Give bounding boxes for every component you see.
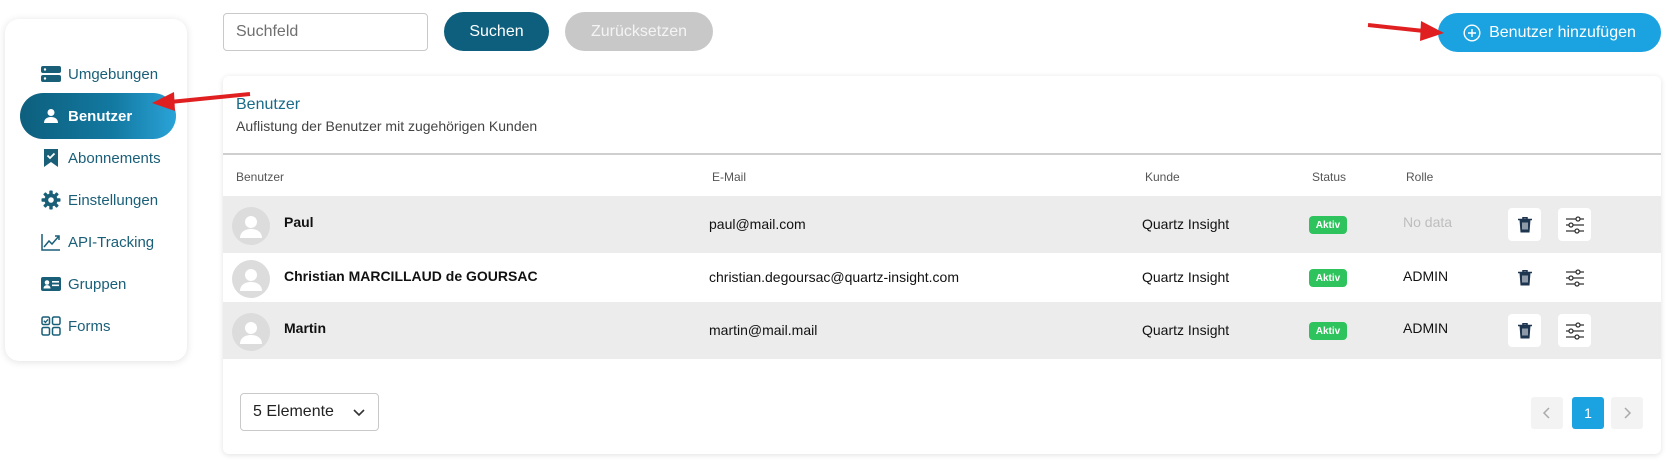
user-name: Christian MARCILLAUD de GOURSAC [284,268,538,284]
delete-button[interactable] [1508,314,1541,347]
search-button[interactable]: Suchen [444,12,549,51]
card-subtitle: Auflistung der Benutzer mit zugehörigen … [236,118,538,134]
chevron-down-icon [352,405,366,424]
table-row[interactable]: Christian MARCILLAUD de GOURSAC christia… [223,249,1661,306]
pagination-prev-button[interactable] [1531,397,1563,429]
avatar [232,207,270,245]
sliders-icon [1565,321,1585,340]
annotation-arrow-add-button [1367,21,1444,41]
reset-button[interactable]: Zurücksetzen [565,12,713,51]
chevron-left-icon [1542,407,1552,419]
add-user-button[interactable]: Benutzer hinzufügen [1438,13,1661,52]
user-name: Paul [284,214,314,230]
page-size-select[interactable]: 5 Elemente [240,393,379,431]
user-email: paul@mail.com [709,216,806,232]
search-input[interactable] [223,13,428,51]
sidebar-item-label: Gruppen [68,275,127,293]
table-row[interactable]: Paul paul@mail.com Quartz Insight Aktiv … [223,196,1661,253]
user-rolle: ADMIN [1403,268,1449,284]
settings-button[interactable] [1558,208,1591,241]
sidebar-item-label: Abonnements [68,149,161,167]
user-rolle: No data [1403,214,1453,230]
sidebar: Umgebungen Benutzer Abonnements Einstell… [5,19,187,361]
avatar [232,313,270,351]
settings-button[interactable] [1558,261,1591,294]
sliders-icon [1565,215,1585,234]
user-kunde: Quartz Insight [1142,269,1230,285]
gear-icon [40,189,62,211]
grid-icon [40,315,62,337]
trash-icon [1517,269,1533,287]
status-badge: Aktiv [1309,322,1347,340]
sidebar-item-label: Forms [68,317,111,335]
user-kunde: Quartz Insight [1142,322,1230,338]
table-row[interactable]: Martin martin@mail.mail Quartz Insight A… [223,302,1661,359]
users-card: Benutzer Auflistung der Benutzer mit zug… [223,76,1661,454]
bookmark-icon [40,147,62,169]
user-email: christian.degoursac@quartz-insight.com [709,269,959,285]
trash-icon [1517,322,1533,340]
server-icon [40,63,62,85]
user-name: Martin [284,320,326,336]
sidebar-item-abonnements[interactable]: Abonnements [20,135,176,181]
column-header-user: Benutzer [236,170,285,184]
status-badge: Aktiv [1309,216,1347,234]
sidebar-item-forms[interactable]: Forms [20,303,176,349]
id-card-icon [40,273,62,295]
sidebar-item-label: Umgebungen [68,65,159,83]
sidebar-item-label: API-Tracking [68,233,155,251]
add-user-label: Benutzer hinzufügen [1489,23,1636,41]
sidebar-item-gruppen[interactable]: Gruppen [20,261,176,307]
avatar [232,260,270,298]
trash-icon [1517,216,1533,234]
user-rolle: ADMIN [1403,320,1449,336]
column-header-status: Status [1312,170,1347,184]
chart-line-icon [40,231,62,253]
sidebar-item-benutzer[interactable]: Benutzer [20,93,176,139]
column-header-kunde: Kunde [1145,170,1180,184]
sidebar-item-label: Einstellungen [68,191,159,209]
sidebar-item-api-tracking[interactable]: API-Tracking [20,219,176,265]
sidebar-item-einstellungen[interactable]: Einstellungen [20,177,176,223]
chevron-right-icon [1622,407,1632,419]
card-title: Benutzer [236,96,301,113]
delete-button[interactable] [1508,261,1541,294]
page-size-value: 5 Elemente [253,403,334,420]
sliders-icon [1565,268,1585,287]
divider [223,153,1661,155]
column-header-rolle: Rolle [1406,170,1434,184]
column-header-email: E-Mail [712,170,747,184]
delete-button[interactable] [1508,208,1541,241]
pagination-page-current[interactable]: 1 [1572,397,1604,429]
status-badge: Aktiv [1309,269,1347,287]
user-icon [40,105,62,127]
sidebar-item-umgebungen[interactable]: Umgebungen [20,51,176,97]
user-email: martin@mail.mail [709,322,818,338]
sidebar-item-label: Benutzer [68,107,133,125]
plus-circle-icon [1463,23,1481,42]
user-kunde: Quartz Insight [1142,216,1230,232]
settings-button[interactable] [1558,314,1591,347]
pagination-next-button[interactable] [1611,397,1643,429]
